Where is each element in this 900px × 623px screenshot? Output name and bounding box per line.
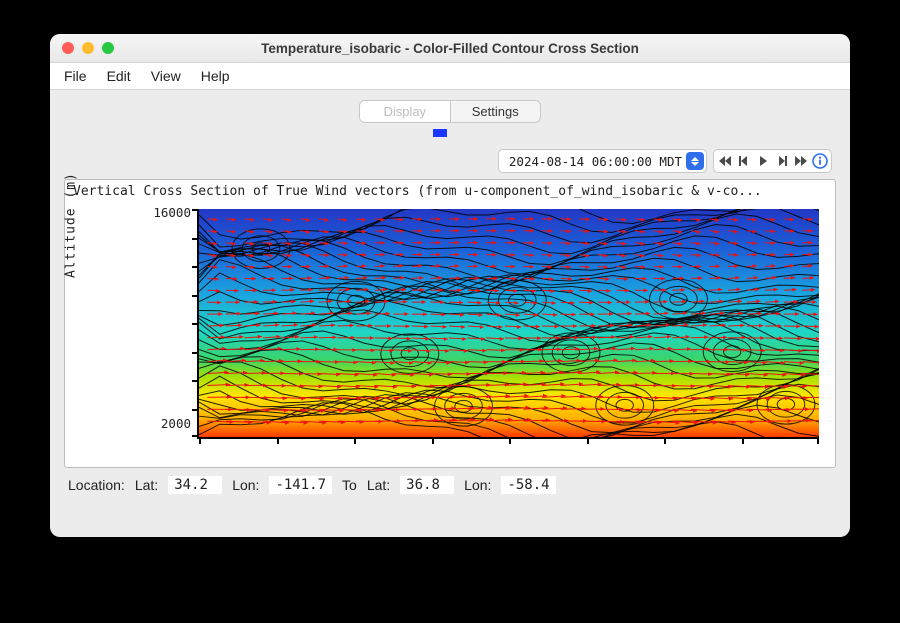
window-controls [62,42,114,54]
lon1-label: Lon: [232,477,259,493]
step-forward-button[interactable] [773,152,791,170]
play-button[interactable] [754,152,772,170]
plot-panel: Vertical Cross Section of True Wind vect… [64,179,836,468]
forward-to-end-button[interactable] [792,152,810,170]
location-label: Location: [68,477,125,493]
y-tick-bottom: 2000 [131,416,191,431]
plot-axes [197,209,819,439]
lat1-value[interactable]: 34.2 [168,476,222,494]
lon2-label: Lon: [464,477,491,493]
window-title: Temperature_isobaric - Color-Filled Cont… [50,41,850,56]
y-axis-label: Altitude (m) [64,172,79,278]
lon2-value[interactable]: -58.4 [501,476,555,494]
plot-title: Vertical Cross Section of True Wind vect… [73,184,827,199]
menu-edit[interactable]: Edit [107,68,131,84]
step-back-button[interactable] [735,152,753,170]
time-value: 2024-08-14 06:00:00 MDT [509,154,682,169]
transport-controls [713,149,832,173]
wind-vectors [199,209,819,437]
lat2-value[interactable]: 36.8 [400,476,454,494]
time-select[interactable]: 2024-08-14 06:00:00 MDT [498,149,707,173]
time-progress-marker [433,129,447,137]
tabbar: Display Settings [359,100,541,123]
time-controls: 2024-08-14 06:00:00 MDT [64,149,836,173]
y-tick-top: 16000 [131,205,191,220]
tab-display[interactable]: Display [360,101,450,122]
info-icon[interactable] [811,152,829,170]
zoom-icon[interactable] [102,42,114,54]
close-icon[interactable] [62,42,74,54]
tab-settings[interactable]: Settings [451,101,541,122]
app-window: Temperature_isobaric - Color-Filled Cont… [50,34,850,537]
menu-file[interactable]: File [64,68,87,84]
menubar: File Edit View Help [50,63,850,90]
menu-help[interactable]: Help [201,68,230,84]
lon1-value[interactable]: -141.7 [269,476,332,494]
toolbar: Display Settings 2024-08-14 06:00:00 MDT [50,90,850,173]
minimize-icon[interactable] [82,42,94,54]
plot: Altitude (m) 16000 2000 [73,201,827,461]
lat2-label: Lat: [367,477,390,493]
location-readout: Location: Lat: 34.2 Lon: -141.7 To Lat: … [68,476,832,494]
to-label: To [342,477,357,493]
titlebar: Temperature_isobaric - Color-Filled Cont… [50,34,850,63]
menu-view[interactable]: View [151,68,181,84]
time-progress [64,129,836,143]
lat1-label: Lat: [135,477,158,493]
time-stepper-icon[interactable] [686,152,704,170]
rewind-to-start-button[interactable] [716,152,734,170]
